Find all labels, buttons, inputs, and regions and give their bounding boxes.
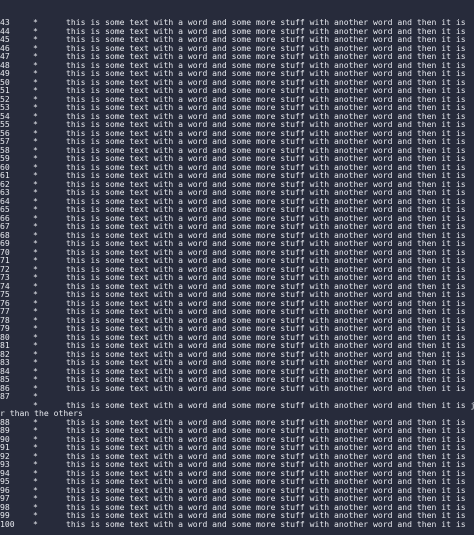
bullet-marker: * <box>33 518 38 529</box>
line-text: this is some text with a word and some m… <box>66 518 466 529</box>
terminal-line: 100 * this is some text with a word and so… <box>0 518 474 529</box>
terminal-line: 86 * this is some text with a word and som… <box>0 382 474 393</box>
line-text: this is some text with a word and some m… <box>66 399 474 410</box>
line-number: 100 <box>0 518 15 529</box>
terminal-output: 43 * this is some text with a word and som… <box>0 18 474 528</box>
terminal-window[interactable]: 43 * this is some text with a word and som… <box>0 0 474 535</box>
line-number: 87 <box>0 391 10 401</box>
line-text: this is some text with a word and some m… <box>66 382 466 393</box>
